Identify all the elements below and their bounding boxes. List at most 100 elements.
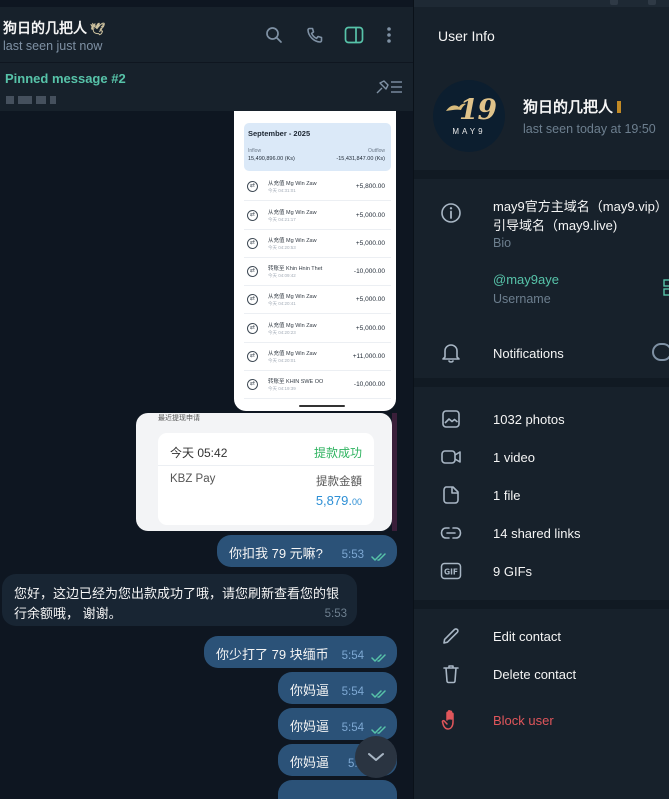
transaction-name: 从充值 Mg Win Zaw	[268, 294, 317, 300]
home-indicator	[299, 405, 345, 407]
transaction-amount: +5,000.00	[355, 296, 385, 303]
more-vertical-icon[interactable]	[377, 23, 401, 47]
transaction-time: 今天 04:20:01	[268, 358, 296, 363]
transaction-time: 今天 04:20:41	[268, 301, 296, 306]
outgoing-message-partial[interactable]	[278, 780, 397, 799]
transaction-amount: -10,000.00	[353, 381, 385, 388]
bio-line-2[interactable]: 引导域名（may9.live)	[493, 215, 617, 234]
message-list[interactable]: September - 2025 Inflow 15,490,896.00 (K…	[0, 111, 413, 799]
transfer-icon: ⇄	[247, 181, 258, 192]
chat-header[interactable]: 狗日的几把人 🕊 last seen just now	[0, 7, 413, 62]
bio-label: Bio	[493, 236, 512, 250]
withdrawal-header-text: 最近提现申请	[158, 415, 200, 422]
message-time: 5:53	[324, 608, 347, 620]
message-time: 5:53	[341, 549, 364, 561]
pencil-icon	[440, 625, 462, 647]
scroll-down-button[interactable]	[355, 736, 397, 778]
qr-code-icon[interactable]	[662, 279, 669, 302]
withdrawal-card: 今天 05:42 提款成功 KBZ Pay 提款金額 5,879.00	[158, 433, 374, 525]
pinned-message-preview	[6, 91, 64, 104]
block-user-button[interactable]: Block user	[493, 713, 554, 728]
message-text: 你扣我 79 元嘛?	[229, 546, 323, 561]
outgoing-message[interactable]: 你扣我 79 元嘛? 5:53	[217, 535, 397, 567]
delete-contact-button[interactable]: Delete contact	[493, 667, 576, 682]
pinned-message-bar[interactable]: Pinned message #2	[0, 62, 413, 111]
chat-status: last seen just now	[3, 39, 103, 53]
gifs-link[interactable]: 9 GIFs	[493, 564, 532, 579]
double-check-icon	[371, 550, 389, 565]
transaction-row: ⇄ 从充值 Mg Win Zaw 今天 04:21:17 +5,000.00	[244, 202, 391, 230]
message-text: 您好，这边已经为您出款成功了哦，请您刷新查看您的银	[14, 586, 340, 601]
transaction-row: ⇄ 从充值 Mg Win Zaw 今天 04:20:23 +5,000.00	[244, 315, 391, 343]
transfer-icon: ⇄	[247, 210, 258, 221]
username-link[interactable]: @may9aye	[493, 272, 559, 287]
inflow-label: Inflow	[248, 148, 262, 154]
outgoing-message[interactable]: 你妈逼 5:54	[278, 708, 397, 740]
withdrawal-screenshot-image[interactable]: 最近提现申请 今天 05:42 提款成功 KBZ Pay 提款金額 5,879.…	[136, 413, 392, 531]
transaction-row: ⇄ 从充值 Mg Win Zaw 今天 04:31:01 +5,800.00	[244, 173, 391, 201]
notifications-label[interactable]: Notifications	[493, 346, 564, 361]
month-summary-card: September - 2025 Inflow 15,490,896.00 (K…	[244, 123, 391, 171]
info-icon	[440, 202, 462, 224]
transaction-time: 今天 04:31:01	[268, 188, 296, 193]
sidebar-toggle-icon[interactable]	[342, 23, 366, 47]
chevron-down-icon	[368, 753, 384, 761]
avatar-word: MAY9	[452, 127, 486, 136]
profile-status: last seen today at 19:50	[523, 122, 656, 136]
videos-link[interactable]: 1 video	[493, 450, 535, 465]
double-check-icon	[371, 651, 389, 666]
withdrawal-status: 提款成功	[313, 446, 362, 460]
transaction-name: 从充值 Mg Win Zaw	[268, 210, 317, 216]
withdrawal-amount: 5,879.00	[315, 493, 362, 508]
transaction-amount: +11,000.00	[352, 353, 385, 360]
link-icon	[440, 522, 462, 544]
gif-icon: GIF	[440, 560, 462, 582]
chat-title[interactable]: 狗日的几把人 🕊	[3, 18, 105, 38]
username-label: Username	[493, 292, 551, 306]
incoming-message[interactable]: 您好，这边已经为您出款成功了哦，请您刷新查看您的银 行余额哦， 谢谢。 5:53	[2, 574, 357, 626]
edit-contact-button[interactable]: Edit contact	[493, 629, 561, 644]
search-icon[interactable]	[262, 23, 286, 47]
shared-links-link[interactable]: 14 shared links	[493, 526, 580, 541]
window-top-bar	[414, 0, 669, 7]
transaction-time: 今天 04:20:23	[268, 330, 296, 335]
message-text-line2: 行余额哦， 谢谢。	[14, 606, 122, 621]
withdrawal-time: 今天 05:42	[170, 446, 228, 460]
notifications-toggle[interactable]	[652, 343, 669, 361]
transaction-time: 今天 04:20:53	[268, 245, 296, 250]
photos-link[interactable]: 1032 photos	[493, 412, 565, 427]
divider	[158, 465, 374, 466]
outflow-value: -15,431,847.00 (Ks)	[336, 156, 385, 162]
pinned-list-icon[interactable]	[375, 79, 403, 100]
amount-label: 提款金額	[316, 476, 362, 488]
transaction-amount: +5,800.00	[355, 183, 385, 190]
outflow-label: Outflow	[368, 148, 385, 154]
message-time: 5:54	[341, 650, 364, 662]
transfer-icon: ⇄	[247, 351, 258, 362]
avatar[interactable]: 19 MAY9	[433, 80, 505, 152]
message-text: 你少打了 79 块缅币	[216, 647, 329, 662]
transaction-amount: +5,000.00	[355, 240, 385, 247]
transaction-time: 今天 04:09:42	[268, 273, 296, 278]
files-link[interactable]: 1 file	[493, 488, 520, 503]
transaction-name: 从充值 Mg Win Zaw	[268, 181, 317, 187]
transaction-time: 今天 04:21:17	[268, 217, 296, 222]
transaction-row: ⇄ 从充值 Mg Win Zaw 今天 04:20:01 +11,000.00	[244, 343, 391, 371]
user-info-pane: User Info 19 MAY9 狗日的几把人 last seen today…	[413, 0, 669, 799]
trash-icon	[440, 663, 462, 685]
message-text: 你妈逼	[290, 683, 330, 698]
transfer-icon: ⇄	[247, 379, 258, 390]
bio-line-1[interactable]: may9官方主域名（may9.vip）	[493, 196, 668, 215]
transaction-screenshot-image[interactable]: September - 2025 Inflow 15,490,896.00 (K…	[234, 111, 396, 411]
transaction-amount: +5,000.00	[355, 325, 385, 332]
phone-icon[interactable]	[303, 23, 327, 47]
message-time: 5:54	[341, 686, 364, 698]
svg-text:GIF: GIF	[444, 568, 458, 577]
transaction-name: 转账至 KHIN SWE OO	[268, 379, 324, 385]
outgoing-message[interactable]: 你少打了 79 块缅币 5:54	[204, 636, 397, 668]
hand-stop-icon	[440, 709, 462, 731]
profile-name: 狗日的几把人	[523, 96, 622, 117]
outgoing-message[interactable]: 你妈逼 5:54	[278, 672, 397, 704]
transaction-name: 从充值 Mg Win Zaw	[268, 351, 317, 357]
transaction-name: 转账至 Khin Hnin Thet	[268, 266, 323, 272]
